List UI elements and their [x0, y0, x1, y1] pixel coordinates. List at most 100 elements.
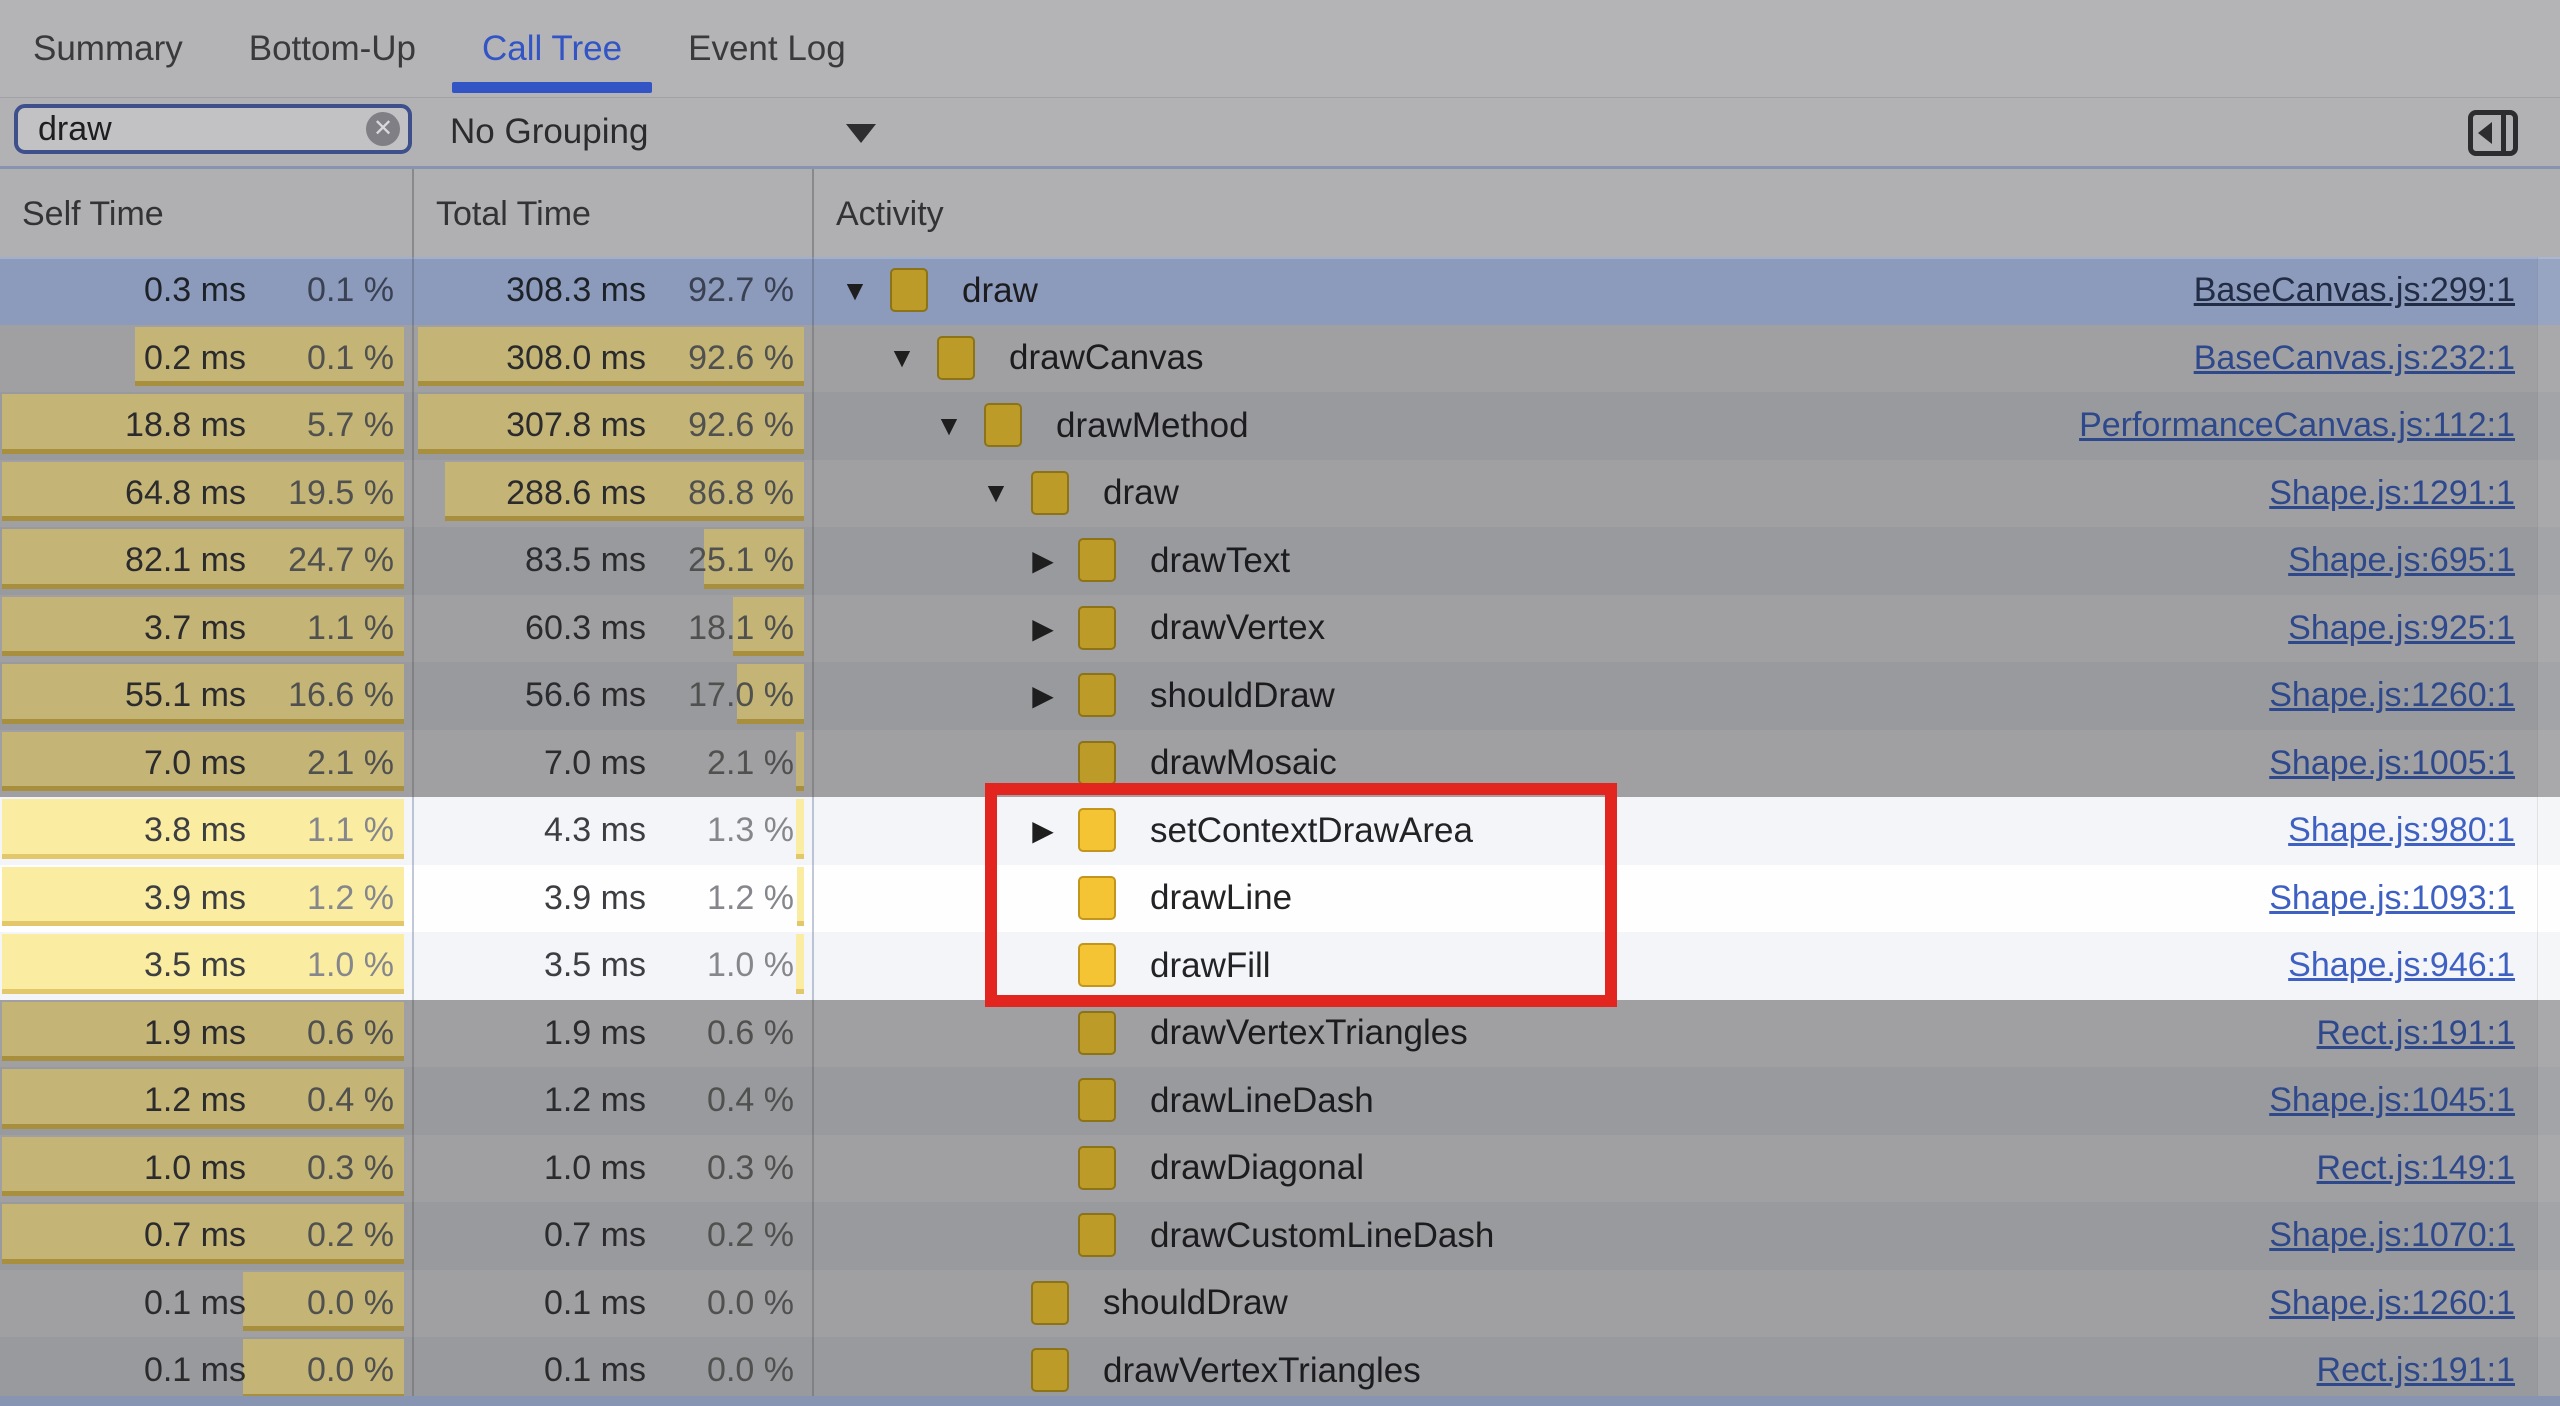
self-time-cell: 3.7 ms 1.1 % [0, 595, 412, 663]
self-time-cell: 82.1 ms 24.7 % [0, 527, 412, 595]
expand-arrow-icon[interactable] [1026, 1202, 1060, 1270]
expand-arrow-icon[interactable] [1026, 730, 1060, 798]
self-time-value: 0.1 ms [144, 1270, 246, 1338]
table-row[interactable]: 3.8 ms 1.1 % 4.3 ms 1.3 % ▶ setContextDr… [0, 797, 2560, 865]
source-link[interactable]: Shape.js:946:1 [2288, 932, 2515, 1000]
source-link[interactable]: Shape.js:980:1 [2288, 797, 2515, 865]
tab-summary[interactable]: Summary [0, 0, 216, 97]
clear-filter-icon[interactable]: ✕ [366, 112, 400, 146]
total-time-percent: 18.1 % [688, 595, 794, 663]
source-link[interactable]: Shape.js:1260:1 [2269, 662, 2515, 730]
table-row[interactable]: 0.3 ms 0.1 % 308.3 ms 92.7 % ▼ draw Base… [0, 257, 2560, 325]
collapse-right-panel-icon[interactable] [2468, 110, 2518, 156]
source-link[interactable]: PerformanceCanvas.js:112:1 [2079, 392, 2515, 460]
total-time-percent: 1.3 % [707, 797, 794, 865]
toolbar: ✕ No Grouping [0, 98, 2560, 169]
source-link[interactable]: Shape.js:1291:1 [2269, 460, 2515, 528]
expand-arrow-icon[interactable] [1026, 1000, 1060, 1068]
table-row[interactable]: 55.1 ms 16.6 % 56.6 ms 17.0 % ▶ shouldDr… [0, 662, 2560, 730]
source-link[interactable]: Rect.js:191:1 [2317, 1337, 2515, 1405]
total-time-value: 288.6 ms [506, 460, 646, 528]
expand-arrow-icon[interactable] [979, 1270, 1013, 1338]
expand-arrow-icon[interactable] [979, 1337, 1013, 1405]
table-row[interactable]: 3.5 ms 1.0 % 3.5 ms 1.0 % drawFill Shape… [0, 932, 2560, 1000]
table-row[interactable]: 7.0 ms 2.1 % 7.0 ms 2.1 % drawMosaic Sha… [0, 730, 2560, 798]
expand-arrow-icon[interactable] [1026, 1135, 1060, 1203]
activity-cell: ▶ shouldDraw Shape.js:1260:1 [812, 662, 2560, 730]
category-square-icon [1031, 1348, 1069, 1392]
tab-bottom-up[interactable]: Bottom-Up [216, 0, 449, 97]
category-square-icon [1078, 741, 1116, 785]
expand-arrow-icon[interactable]: ▼ [979, 460, 1013, 528]
total-time-value: 1.2 ms [544, 1067, 646, 1135]
source-link[interactable]: Rect.js:191:1 [2317, 1000, 2515, 1068]
self-time-value: 82.1 ms [125, 527, 246, 595]
table-row[interactable]: 82.1 ms 24.7 % 83.5 ms 25.1 % ▶ drawText… [0, 527, 2560, 595]
expand-arrow-icon[interactable]: ▼ [838, 257, 872, 325]
table-row[interactable]: 0.7 ms 0.2 % 0.7 ms 0.2 % drawCustomLine… [0, 1202, 2560, 1270]
table-row[interactable]: 0.1 ms 0.0 % 0.1 ms 0.0 % shouldDraw Sha… [0, 1270, 2560, 1338]
total-time-cell: 1.2 ms 0.4 % [412, 1067, 812, 1135]
expand-arrow-icon[interactable]: ▶ [1026, 527, 1060, 595]
source-link[interactable]: Shape.js:925:1 [2288, 595, 2515, 663]
table-row[interactable]: 18.8 ms 5.7 % 307.8 ms 92.6 % ▼ drawMeth… [0, 392, 2560, 460]
expand-arrow-icon[interactable]: ▼ [885, 325, 919, 393]
source-link[interactable]: Shape.js:1070:1 [2269, 1202, 2515, 1270]
total-time-cell: 1.9 ms 0.6 % [412, 1000, 812, 1068]
total-time-percent: 1.0 % [707, 932, 794, 1000]
table-row[interactable]: 64.8 ms 19.5 % 288.6 ms 86.8 % ▼ draw Sh… [0, 460, 2560, 528]
category-square-icon [1078, 606, 1116, 650]
table-row[interactable]: 1.9 ms 0.6 % 1.9 ms 0.6 % drawVertexTria… [0, 1000, 2560, 1068]
self-time-value: 7.0 ms [144, 730, 246, 798]
category-square-icon [1078, 673, 1116, 717]
dropdown-caret-icon[interactable] [846, 124, 876, 143]
activity-cell: ▼ drawMethod PerformanceCanvas.js:112:1 [812, 392, 2560, 460]
table-row[interactable]: 1.0 ms 0.3 % 1.0 ms 0.3 % drawDiagonal R… [0, 1135, 2560, 1203]
grouping-dropdown[interactable]: No Grouping [450, 98, 648, 166]
filter-box: ✕ [14, 104, 412, 154]
total-time-percent: 0.3 % [707, 1135, 794, 1203]
column-header-total-time[interactable]: Total Time [412, 169, 812, 260]
expand-arrow-icon[interactable] [1026, 865, 1060, 933]
table-row[interactable]: 1.2 ms 0.4 % 1.2 ms 0.4 % drawLineDash S… [0, 1067, 2560, 1135]
self-time-value: 0.2 ms [144, 325, 246, 393]
table-row[interactable]: 0.1 ms 0.0 % 0.1 ms 0.0 % drawVertexTria… [0, 1337, 2560, 1405]
source-link[interactable]: Shape.js:695:1 [2288, 527, 2515, 595]
self-time-cell: 0.7 ms 0.2 % [0, 1202, 412, 1270]
source-link[interactable]: Shape.js:1260:1 [2269, 1270, 2515, 1338]
expand-arrow-icon[interactable] [1026, 932, 1060, 1000]
tab-event-log[interactable]: Event Log [655, 0, 879, 97]
tab-call-tree[interactable]: Call Tree [449, 0, 655, 97]
expand-arrow-icon[interactable]: ▶ [1026, 595, 1060, 663]
total-time-value: 3.5 ms [544, 932, 646, 1000]
total-time-value: 307.8 ms [506, 392, 646, 460]
expand-arrow-icon[interactable]: ▶ [1026, 797, 1060, 865]
filter-input[interactable] [18, 108, 368, 150]
total-time-percent: 92.6 % [688, 325, 794, 393]
table-row[interactable]: 0.2 ms 0.1 % 308.0 ms 92.6 % ▼ drawCanva… [0, 325, 2560, 393]
source-link[interactable]: Rect.js:149:1 [2317, 1135, 2515, 1203]
column-header-activity[interactable]: Activity [812, 169, 2560, 260]
total-time-value: 0.1 ms [544, 1337, 646, 1405]
self-time-percent: 24.7 % [288, 527, 394, 595]
self-time-value: 3.9 ms [144, 865, 246, 933]
self-time-percent: 2.1 % [307, 730, 394, 798]
table-row[interactable]: 3.7 ms 1.1 % 60.3 ms 18.1 % ▶ drawVertex… [0, 595, 2560, 663]
activity-cell: shouldDraw Shape.js:1260:1 [812, 1270, 2560, 1338]
total-time-cell: 83.5 ms 25.1 % [412, 527, 812, 595]
activity-cell: ▶ drawText Shape.js:695:1 [812, 527, 2560, 595]
source-link[interactable]: BaseCanvas.js:299:1 [2194, 257, 2515, 325]
source-link[interactable]: Shape.js:1045:1 [2269, 1067, 2515, 1135]
expand-arrow-icon[interactable]: ▼ [932, 392, 966, 460]
source-link[interactable]: BaseCanvas.js:232:1 [2194, 325, 2515, 393]
self-time-value: 0.7 ms [144, 1202, 246, 1270]
activity-name: drawMethod [1056, 392, 1249, 460]
activity-name: draw [1103, 460, 1179, 528]
column-header-self-time[interactable]: Self Time [0, 169, 412, 260]
source-link[interactable]: Shape.js:1005:1 [2269, 730, 2515, 798]
expand-arrow-icon[interactable]: ▶ [1026, 662, 1060, 730]
total-time-value: 308.0 ms [506, 325, 646, 393]
expand-arrow-icon[interactable] [1026, 1067, 1060, 1135]
table-row[interactable]: 3.9 ms 1.2 % 3.9 ms 1.2 % drawLine Shape… [0, 865, 2560, 933]
source-link[interactable]: Shape.js:1093:1 [2269, 865, 2515, 933]
